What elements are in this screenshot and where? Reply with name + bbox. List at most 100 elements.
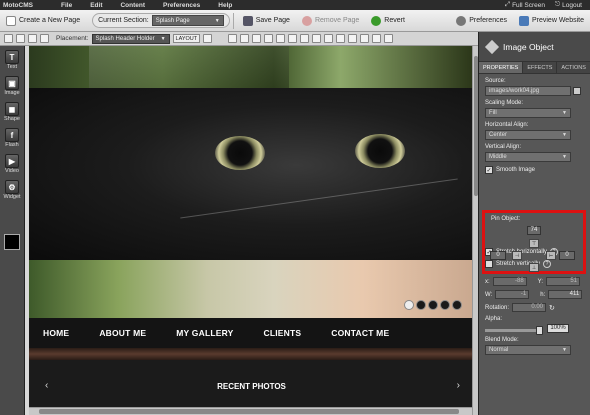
create-page-button[interactable]: Create a New Page: [0, 15, 86, 26]
pin-top-button[interactable]: ⊤: [529, 239, 539, 248]
paste-icon[interactable]: [40, 34, 49, 43]
pin-right-input[interactable]: 0: [559, 251, 575, 260]
tool-text[interactable]: T Text: [0, 46, 24, 72]
alpha-slider[interactable]: [485, 325, 543, 335]
canvas-horizontal-scrollbar[interactable]: [29, 407, 472, 415]
slider-dot[interactable]: [440, 300, 450, 310]
logout-button[interactable]: ⎋ Logout: [555, 1, 582, 9]
color-swatch[interactable]: [4, 234, 20, 250]
save-icon: [242, 15, 253, 26]
tool-image-label: Image: [4, 90, 20, 96]
cat-image[interactable]: [29, 88, 474, 260]
editor-canvas[interactable]: HOME ABOUT ME MY GALLERY CLIENTS CONTACT…: [25, 46, 478, 415]
cut-icon[interactable]: [16, 34, 25, 43]
nav-my-gallery[interactable]: MY GALLERY: [176, 328, 233, 338]
menu-help[interactable]: Help: [209, 2, 241, 9]
smooth-image-checkbox[interactable]: ✓: [485, 166, 493, 174]
save-page-label: Save Page: [255, 17, 290, 24]
preview-website-button[interactable]: Preview Website: [513, 15, 590, 26]
alpha-field: Alpha: 100%: [479, 316, 590, 335]
delete-icon[interactable]: [360, 34, 370, 43]
menu-preferences[interactable]: Preferences: [154, 2, 209, 9]
x-input[interactable]: -88: [492, 277, 527, 286]
undo-icon[interactable]: [4, 34, 13, 43]
remove-page-button[interactable]: Remove Page: [296, 15, 365, 26]
blend-select[interactable]: Normal ▼: [485, 345, 571, 355]
halign-select[interactable]: Center ▼: [485, 130, 571, 140]
y-input[interactable]: 51: [546, 277, 581, 286]
align-right-icon[interactable]: [300, 34, 310, 43]
pin-bottom-button[interactable]: ⊥: [529, 263, 539, 272]
motocms-app: MotoCMS File Edit Content Preferences He…: [0, 0, 590, 415]
arrange-backward-icon[interactable]: [252, 34, 262, 43]
tool-shape[interactable]: ◼ Shape: [0, 98, 24, 124]
fullscreen-button[interactable]: ⤢ Full Screen: [505, 1, 545, 9]
alpha-label: Alpha:: [485, 316, 503, 322]
tool-image[interactable]: ▣ Image: [0, 72, 24, 98]
arrange-back-icon[interactable]: [264, 34, 274, 43]
duplicate-icon[interactable]: [372, 34, 382, 43]
align-left-icon[interactable]: [276, 34, 286, 43]
tab-effects[interactable]: EFFECTS: [523, 62, 558, 73]
tool-flash[interactable]: f Flash: [0, 124, 24, 150]
rotate-icon[interactable]: ↻: [549, 304, 555, 312]
placement-value: Splash Header Holder: [95, 35, 155, 42]
w-label: W:: [485, 291, 493, 298]
placement-select[interactable]: Splash Header Holder ▼: [91, 33, 170, 44]
slider-dot[interactable]: [404, 300, 414, 310]
source-value: images/work04.jpg: [489, 88, 540, 94]
browse-icon[interactable]: [573, 87, 581, 95]
scrollbar-thumb[interactable]: [39, 409, 459, 414]
arrange-front-icon[interactable]: [228, 34, 238, 43]
source-input[interactable]: images/work04.jpg: [485, 86, 571, 96]
site-nav: HOME ABOUT ME MY GALLERY CLIENTS CONTACT…: [29, 318, 474, 348]
chevron-down-icon: ▼: [214, 17, 220, 24]
align-bottom-icon[interactable]: [336, 34, 346, 43]
slider-dot[interactable]: [452, 300, 462, 310]
chevron-right-icon[interactable]: ›: [457, 380, 460, 391]
tool-video[interactable]: ▶ Video: [0, 150, 24, 176]
slider-dot[interactable]: [428, 300, 438, 310]
preferences-button[interactable]: Preferences: [450, 15, 513, 26]
tab-properties[interactable]: PROPERTIES: [479, 62, 524, 73]
menu-content[interactable]: Content: [111, 2, 154, 9]
layout-button[interactable]: LAYOUT: [172, 34, 201, 43]
scaling-value: Fill: [489, 110, 497, 116]
pin-left-input[interactable]: 0: [490, 251, 506, 260]
nav-clients[interactable]: CLIENTS: [264, 328, 302, 338]
scaling-select[interactable]: Fill ▼: [485, 108, 571, 118]
copy-icon[interactable]: [28, 34, 37, 43]
tab-actions[interactable]: ACTIONS: [557, 62, 590, 73]
alpha-slider-handle[interactable]: [536, 325, 543, 335]
save-page-button[interactable]: Save Page: [237, 15, 296, 26]
valign-select[interactable]: Middle ▼: [485, 152, 571, 162]
tool-widget[interactable]: ⚙ Widget: [0, 176, 24, 202]
revert-button[interactable]: Revert: [365, 15, 411, 26]
lock-icon[interactable]: [348, 34, 358, 43]
w-input[interactable]: -1: [495, 290, 530, 299]
add-layout-icon[interactable]: [203, 34, 213, 43]
panel-header: Image Object: [479, 32, 590, 62]
properties-icon[interactable]: [384, 34, 394, 43]
arrange-forward-icon[interactable]: [240, 34, 250, 43]
pin-right-button[interactable]: ⊢: [546, 251, 556, 260]
pin-left-button[interactable]: ⊣: [512, 251, 522, 260]
align-middle-icon[interactable]: [324, 34, 334, 43]
nav-home[interactable]: HOME: [43, 328, 69, 338]
rotation-input[interactable]: 0.00: [512, 303, 547, 312]
align-center-icon[interactable]: [288, 34, 298, 43]
header-leaves-image[interactable]: [29, 46, 474, 88]
alpha-input[interactable]: 100%: [547, 324, 569, 333]
app-logo: MotoCMS: [3, 1, 33, 9]
pin-top-input[interactable]: 74: [527, 226, 541, 235]
menu-file[interactable]: File: [52, 2, 81, 9]
align-top-icon[interactable]: [312, 34, 322, 43]
slider-dot[interactable]: [416, 300, 426, 310]
h-input[interactable]: 411: [548, 290, 583, 299]
main-toolbar: Create a New Page Current Section: Splas…: [0, 10, 590, 32]
menu-edit[interactable]: Edit: [81, 2, 111, 9]
current-section-select[interactable]: Splash Page ▼: [151, 15, 224, 26]
preview-icon: [518, 15, 529, 26]
nav-contact-me[interactable]: CONTACT ME: [331, 328, 389, 338]
nav-about-me[interactable]: ABOUT ME: [99, 328, 146, 338]
